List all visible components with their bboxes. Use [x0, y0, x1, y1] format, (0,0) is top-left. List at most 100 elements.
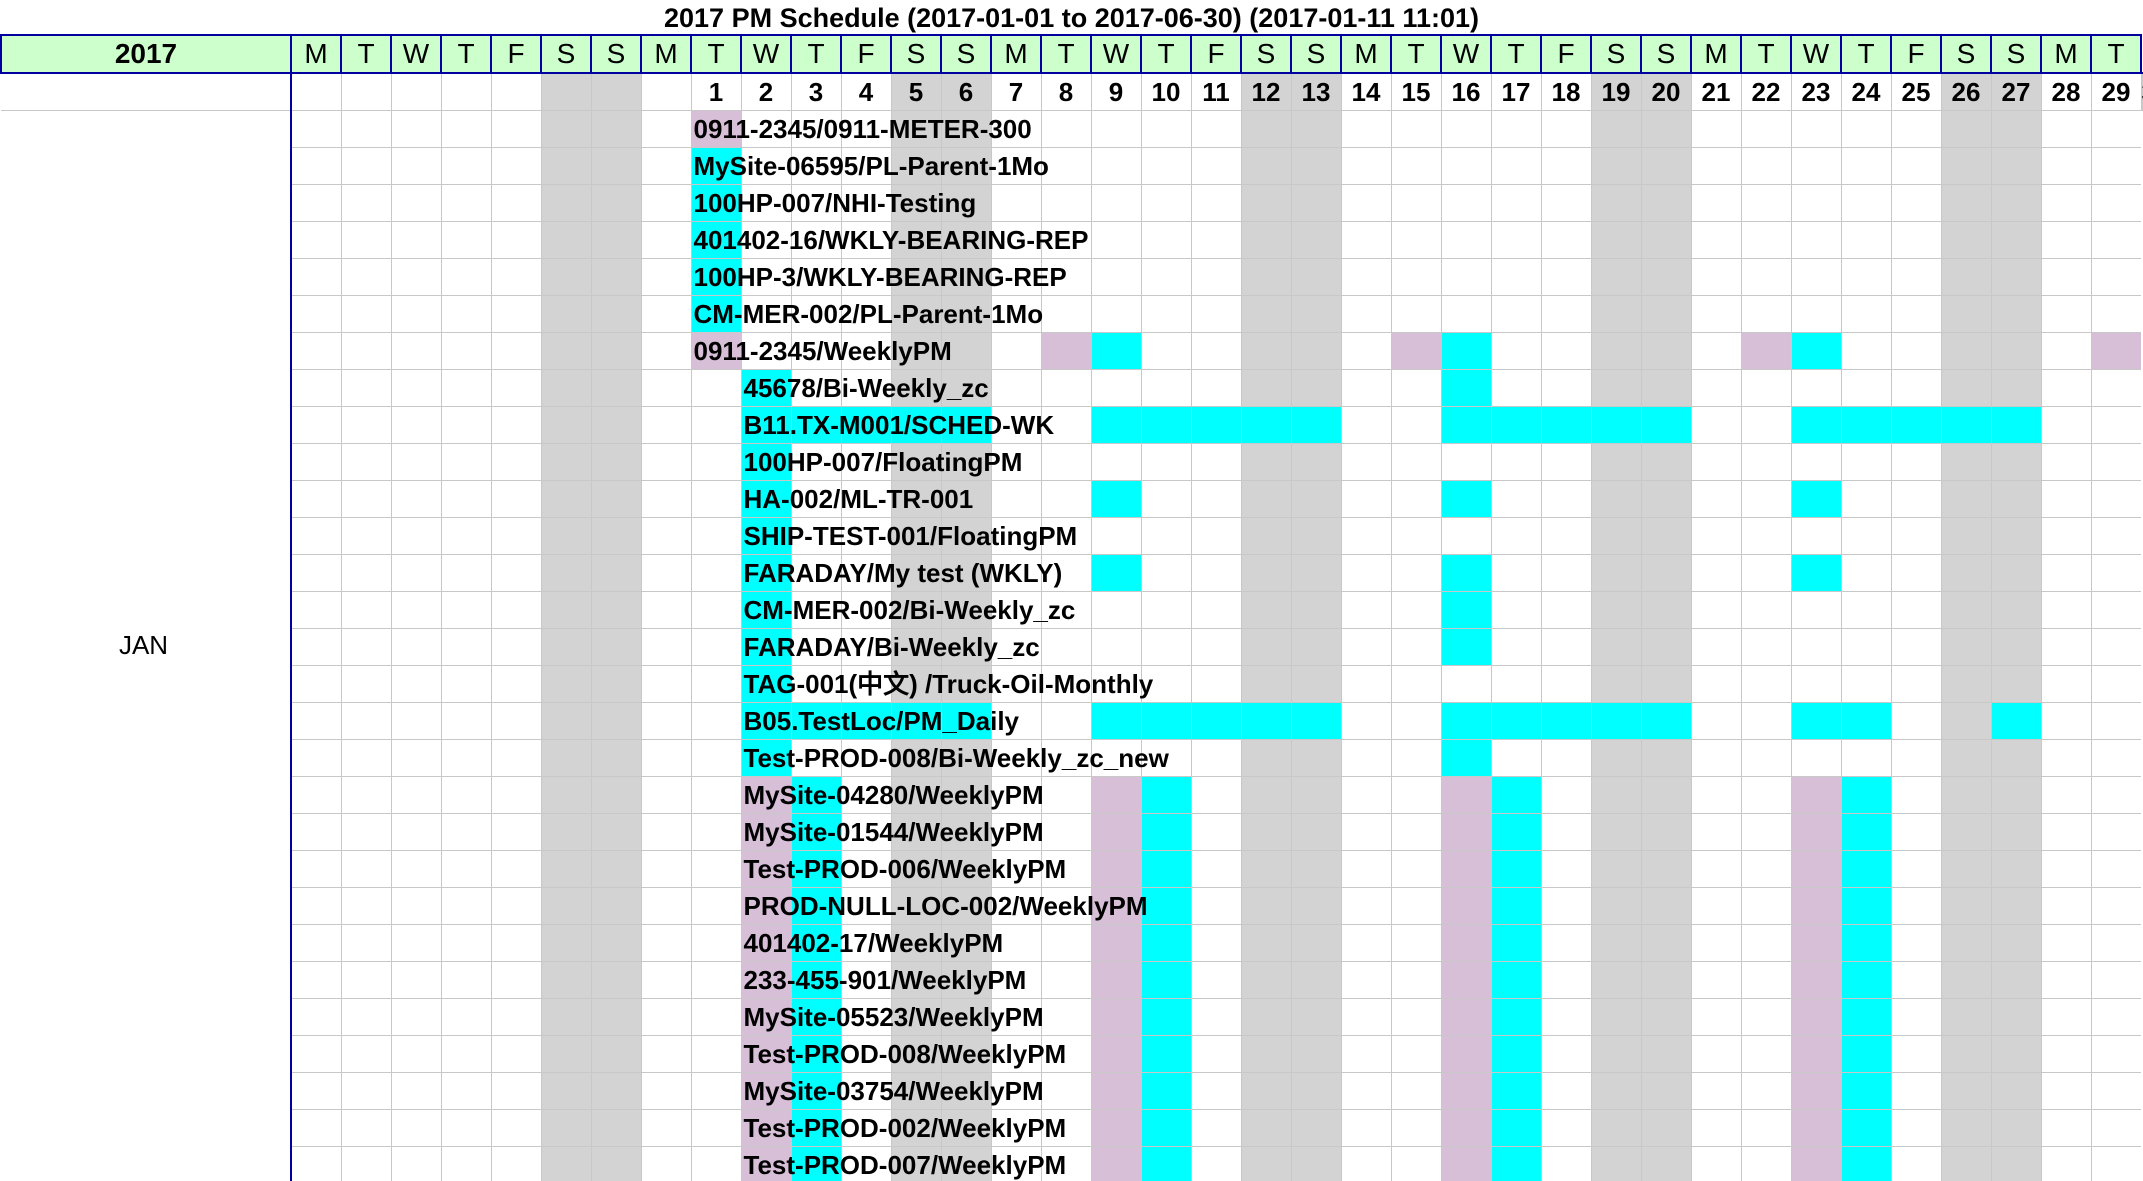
- schedule-cell[interactable]: [1190, 813, 1241, 851]
- schedule-cell[interactable]: [1540, 924, 1591, 962]
- schedule-cell[interactable]: [1640, 924, 1691, 962]
- schedule-cell[interactable]: [1540, 517, 1591, 555]
- schedule-cell[interactable]: [1890, 480, 1941, 518]
- schedule-cell[interactable]: [2090, 480, 2141, 518]
- schedule-cell[interactable]: [1240, 924, 1291, 962]
- schedule-cell[interactable]: [1940, 924, 1991, 962]
- schedule-cell[interactable]: [540, 1035, 591, 1073]
- schedule-cell[interactable]: [1190, 1146, 1241, 1181]
- schedule-cell[interactable]: [1140, 332, 1191, 370]
- schedule-cell[interactable]: [690, 776, 741, 814]
- schedule-cell[interactable]: [1740, 332, 1791, 370]
- schedule-cell[interactable]: [1090, 1072, 1141, 1110]
- schedule-cell[interactable]: [690, 369, 741, 407]
- task-label[interactable]: HA-002/ML-TR-001: [744, 481, 974, 517]
- task-label[interactable]: B11.TX-M001/SCHED-WK: [744, 407, 1055, 443]
- schedule-cell[interactable]: [1640, 887, 1691, 925]
- schedule-cell[interactable]: [340, 998, 391, 1036]
- schedule-cell[interactable]: B05.TestLoc/PM_Daily: [740, 702, 1019, 740]
- schedule-cell[interactable]: [440, 924, 491, 962]
- schedule-cell[interactable]: [1790, 332, 1841, 370]
- schedule-cell[interactable]: [1590, 813, 1641, 851]
- task-label[interactable]: CM-MER-002/Bi-Weekly_zc: [744, 592, 1076, 628]
- schedule-cell[interactable]: [1740, 554, 1791, 592]
- schedule-cell[interactable]: [1440, 591, 1491, 629]
- schedule-cell[interactable]: [1990, 369, 2041, 407]
- task-label[interactable]: SHIP-TEST-001/FloatingPM: [744, 518, 1078, 554]
- schedule-cell[interactable]: [1890, 221, 1941, 259]
- schedule-cell[interactable]: [1490, 480, 1541, 518]
- schedule-cell[interactable]: [1240, 998, 1291, 1036]
- schedule-cell[interactable]: [1740, 628, 1791, 666]
- schedule-cell[interactable]: [590, 961, 641, 999]
- schedule-cell[interactable]: [590, 443, 641, 481]
- schedule-cell[interactable]: [1940, 554, 1991, 592]
- task-label[interactable]: TAG-001(中文) /Truck-Oil-Monthly: [744, 666, 1154, 702]
- task-label[interactable]: FARADAY/My test (WKLY): [744, 555, 1063, 591]
- schedule-cell[interactable]: [390, 813, 441, 851]
- schedule-cell[interactable]: [1190, 554, 1241, 592]
- schedule-cell[interactable]: [1290, 813, 1341, 851]
- schedule-cell[interactable]: [290, 1035, 341, 1073]
- schedule-cell[interactable]: [1690, 406, 1741, 444]
- schedule-cell[interactable]: [1940, 850, 1991, 888]
- schedule-cell[interactable]: [1990, 184, 2041, 222]
- schedule-cell[interactable]: [1090, 406, 1141, 444]
- schedule-cell[interactable]: [1590, 184, 1641, 222]
- schedule-cell[interactable]: [1190, 147, 1241, 185]
- schedule-cell[interactable]: [1290, 147, 1341, 185]
- schedule-cell[interactable]: [1890, 924, 1941, 962]
- schedule-cell[interactable]: [1640, 221, 1691, 259]
- schedule-cell[interactable]: [1790, 1146, 1841, 1181]
- schedule-cell[interactable]: [1140, 184, 1191, 222]
- schedule-cell[interactable]: [440, 369, 491, 407]
- schedule-cell[interactable]: [1190, 961, 1241, 999]
- schedule-cell[interactable]: [1040, 776, 1091, 814]
- schedule-cell[interactable]: [1840, 480, 1891, 518]
- schedule-cell[interactable]: [690, 924, 741, 962]
- schedule-cell[interactable]: [1140, 776, 1191, 814]
- schedule-cell[interactable]: [1590, 1072, 1641, 1110]
- schedule-cell[interactable]: [1590, 850, 1641, 888]
- schedule-cell[interactable]: [1140, 221, 1191, 259]
- schedule-cell[interactable]: [540, 776, 591, 814]
- schedule-cell[interactable]: [1440, 1146, 1491, 1181]
- schedule-cell[interactable]: [1590, 1035, 1641, 1073]
- schedule-cell[interactable]: [1590, 406, 1641, 444]
- schedule-cell[interactable]: [540, 480, 591, 518]
- schedule-cell[interactable]: [1590, 998, 1641, 1036]
- schedule-cell[interactable]: [590, 998, 641, 1036]
- schedule-cell[interactable]: [1790, 221, 1841, 259]
- schedule-cell[interactable]: [1640, 998, 1691, 1036]
- schedule-cell[interactable]: [1090, 961, 1141, 999]
- schedule-cell[interactable]: [1840, 1072, 1891, 1110]
- schedule-cell[interactable]: [1290, 369, 1341, 407]
- schedule-cell[interactable]: [1540, 1035, 1591, 1073]
- schedule-cell[interactable]: [1190, 258, 1241, 296]
- task-label[interactable]: Test-PROD-006/WeeklyPM: [744, 851, 1067, 887]
- schedule-cell[interactable]: [990, 369, 1041, 407]
- schedule-cell[interactable]: [440, 480, 491, 518]
- schedule-cell[interactable]: [1040, 443, 1091, 481]
- schedule-cell[interactable]: [590, 295, 641, 333]
- schedule-cell[interactable]: [1340, 1072, 1391, 1110]
- schedule-cell[interactable]: [340, 406, 391, 444]
- schedule-cell[interactable]: [490, 517, 541, 555]
- schedule-cell[interactable]: [340, 1146, 391, 1181]
- schedule-cell[interactable]: [640, 1035, 691, 1073]
- schedule-cell[interactable]: [540, 110, 591, 148]
- schedule-cell[interactable]: [1690, 628, 1741, 666]
- schedule-cell[interactable]: [1740, 1146, 1791, 1181]
- schedule-cell[interactable]: [1290, 295, 1341, 333]
- schedule-cell[interactable]: [1690, 739, 1741, 777]
- schedule-grid[interactable]: 2017 M T W T F S S M T W T F S S M T W T F S S M T W T F S S M T W T F S S M…: [0, 34, 2143, 1181]
- schedule-cell[interactable]: [990, 480, 1041, 518]
- schedule-cell[interactable]: [640, 813, 691, 851]
- schedule-cell[interactable]: [390, 665, 441, 703]
- schedule-cell[interactable]: [1240, 1035, 1291, 1073]
- schedule-cell[interactable]: [1790, 1109, 1841, 1147]
- schedule-cell[interactable]: [1240, 221, 1291, 259]
- schedule-cell[interactable]: [1290, 628, 1341, 666]
- schedule-cell[interactable]: [2090, 628, 2141, 666]
- schedule-cell[interactable]: [1890, 591, 1941, 629]
